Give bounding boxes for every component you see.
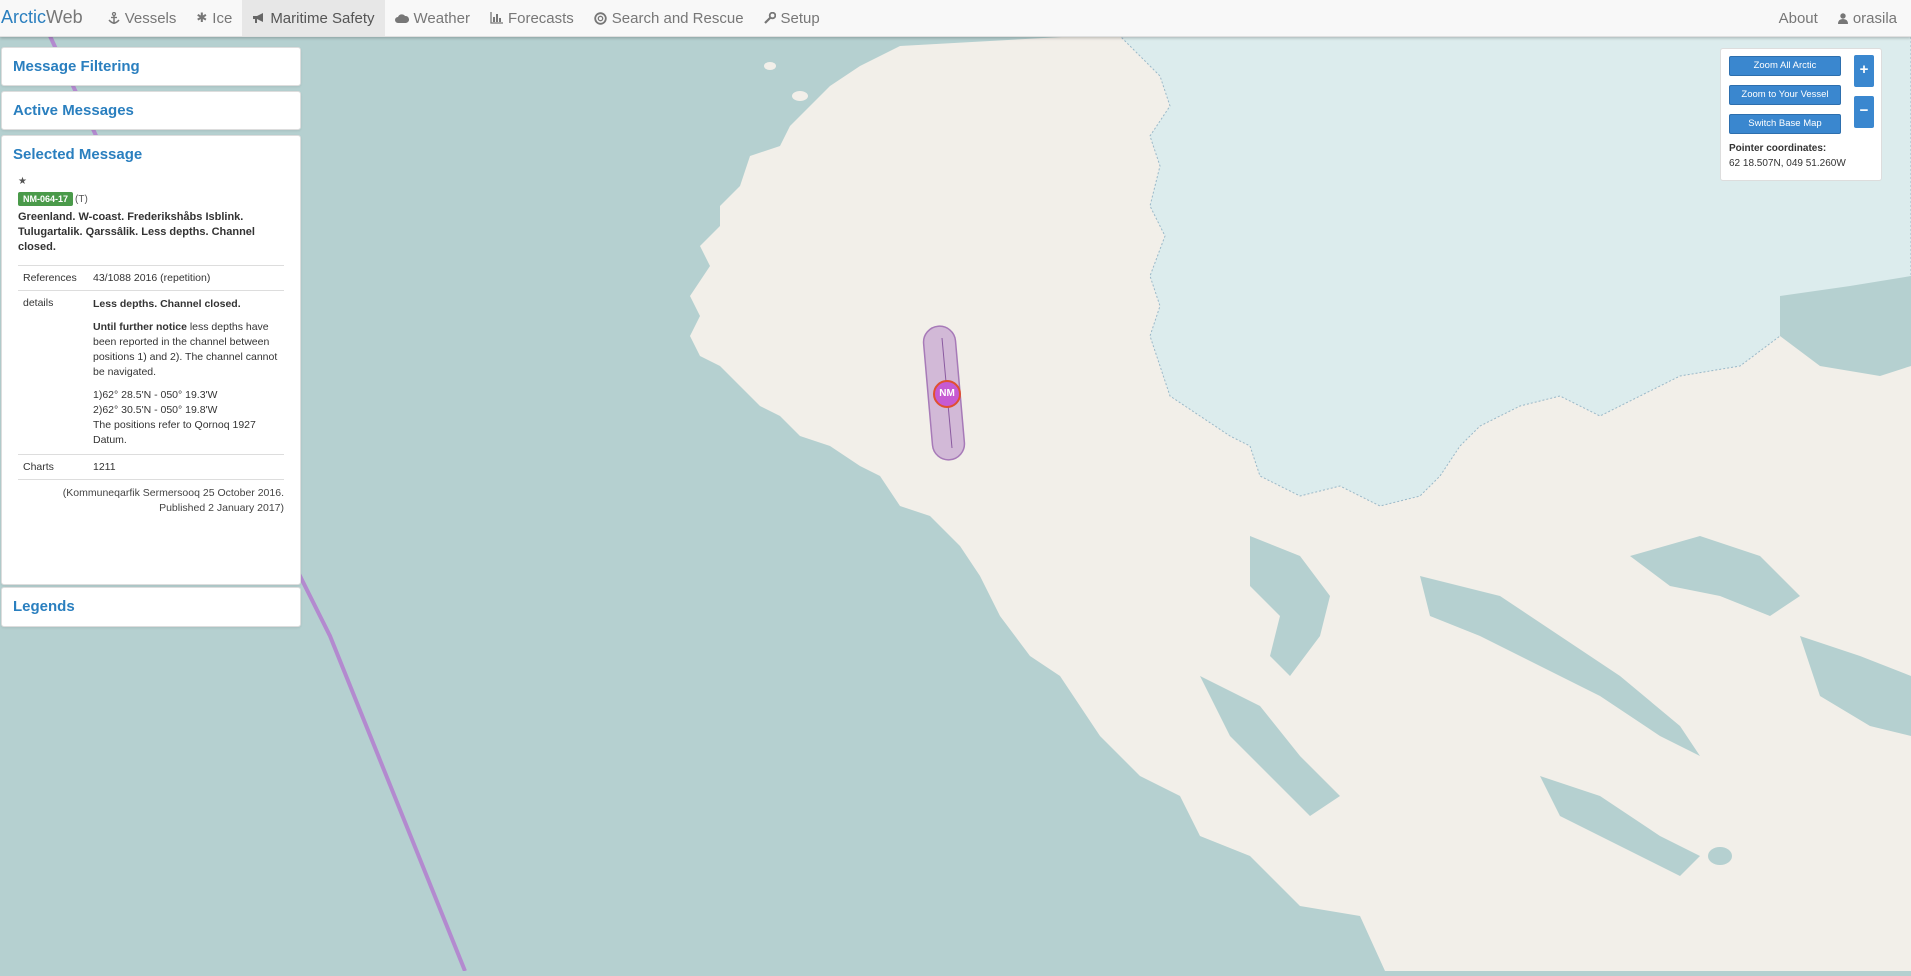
nm-marker[interactable]: NM [933,380,961,408]
temporary-flag: (T) [75,194,88,205]
pointer-coordinates-value: 62 18.507N, 049 51.260W [1729,158,1846,169]
references-row: References 43/1088 2016 (repetition) [18,265,284,291]
message-body: ★ NM-064-17 (T) Greenland. W-coast. Frede… [2,176,300,516]
source-line: (Kommuneqarfik Sermersooq 25 October 201… [62,487,284,499]
position-1: 1)62° 28.5'N - 050° 19.3'W [93,389,218,401]
legends-panel: Legends [1,587,301,627]
publication-info: (Kommuneqarfik Sermersooq 25 October 201… [18,479,284,516]
nav-user[interactable]: orasila [1828,0,1905,36]
charts-value: 1211 [88,454,284,479]
nav-weather[interactable]: Weather [385,0,480,36]
nav-about[interactable]: About [1769,0,1828,36]
cloud-icon [394,13,409,23]
user-icon [1837,12,1848,24]
legends-toggle[interactable]: Legends [2,588,300,626]
nav-setup[interactable]: Setup [754,0,830,36]
zoom-to-vessel-button[interactable]: Zoom to Your Vessel [1729,85,1841,105]
zoom-all-arctic-button[interactable]: Zoom All Arctic [1729,56,1841,76]
references-value[interactable]: 43/1088 2016 (repetition) [88,265,284,291]
published-line: Published 2 January 2017) [159,502,284,514]
map-controls: Zoom All Arctic Zoom to Your Vessel Swit… [1720,48,1882,181]
asterisk-icon: ✱ [196,10,208,25]
datum-note: The positions refer to Qornoq 1927 Datum… [93,419,256,446]
selected-message-panel: Selected Message ★ NM-064-17 (T) Greenlan… [1,135,301,585]
references-label: References [18,265,88,291]
zoom-in-button[interactable]: + [1854,55,1874,87]
nm-marker-label: NM [939,388,955,399]
bar-chart-icon [490,12,503,24]
details-label: details [18,290,88,455]
selected-message-toggle[interactable]: Selected Message [2,136,300,174]
bullhorn-icon [252,12,265,24]
message-filtering-panel: Message Filtering [1,47,301,86]
active-messages-toggle[interactable]: Active Messages [2,92,300,129]
nav-ice[interactable]: ✱ Ice [186,0,242,36]
nav-right: About orasila [1769,0,1911,36]
nav-search-and-rescue[interactable]: Search and Rescue [584,0,754,36]
message-id-badge: NM-064-17 [18,192,74,206]
message-title: Greenland. W-coast. Frederikshåbs Isblin… [18,211,255,253]
wrench-icon [763,12,776,24]
details-row: details Less depths. Channel closed. Unt… [18,290,284,455]
switch-base-map-button[interactable]: Switch Base Map [1729,114,1841,134]
anchor-icon [108,11,120,25]
nav-maritime-safety[interactable]: Maritime Safety [242,0,385,36]
active-messages-panel: Active Messages [1,91,301,130]
lifebuoy-icon [594,11,607,25]
message-details-table: References 43/1088 2016 (repetition) det… [18,265,284,479]
charts-label: Charts [18,454,88,479]
details-paragraph: Until further notice less depths have be… [93,321,278,378]
charts-row: Charts 1211 [18,454,284,479]
position-2: 2)62° 30.5'N - 050° 19.8'W [93,404,218,416]
main-nav: Vessels ✱ Ice Maritime Safety Weather For… [98,0,830,36]
nav-forecasts[interactable]: Forecasts [480,0,584,36]
brand-logo[interactable]: ArcticWeb [0,0,85,36]
star-icon[interactable]: ★ [18,176,284,187]
top-navbar: ArcticWeb Vessels ✱ Ice Maritime Safety W… [0,0,1911,37]
zoom-out-button[interactable]: − [1854,96,1874,128]
nav-vessels[interactable]: Vessels [98,0,187,36]
pointer-coordinates-label: Pointer coordinates: [1729,143,1827,154]
message-filtering-toggle[interactable]: Message Filtering [2,48,300,85]
details-heading: Less depths. Channel closed. [93,298,241,310]
